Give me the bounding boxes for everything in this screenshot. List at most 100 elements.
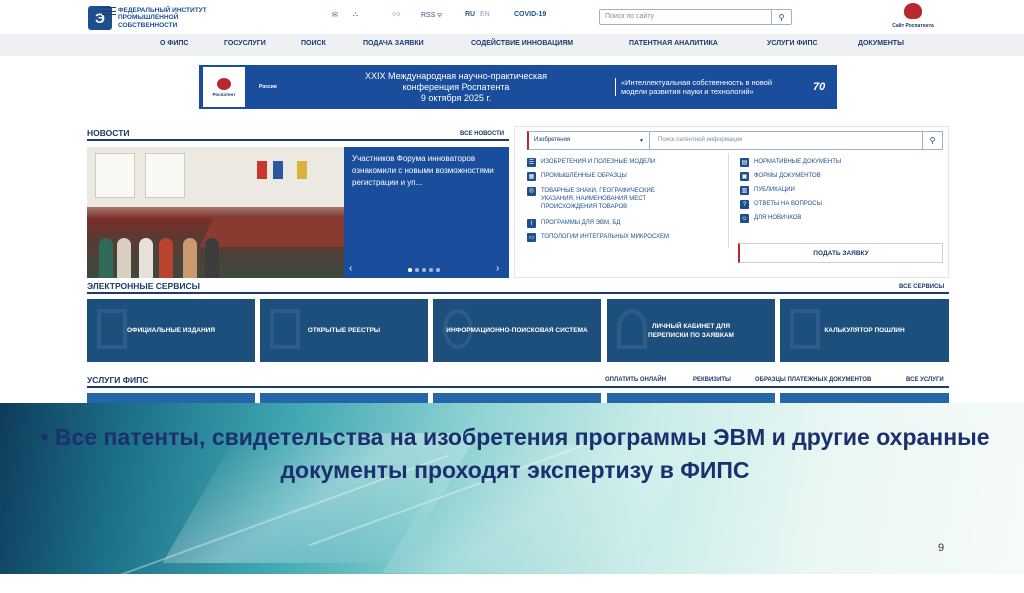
panel-divider [728, 153, 729, 248]
photo-person [117, 238, 131, 278]
tile-open-registers[interactable]: Открытые реестры [260, 299, 428, 362]
site-search-button[interactable]: ⚲ [771, 10, 791, 24]
pay-online-link[interactable]: Оплатить онлайн [605, 377, 666, 383]
publication-icon [97, 309, 127, 349]
sitemap-icon[interactable]: ⛬ [353, 11, 358, 19]
fips-services-heading: Услуги ФИПС [87, 375, 149, 385]
patent-search-button[interactable]: ⚲ [922, 131, 943, 150]
link-inventions[interactable]: ☰ Изобретения и полезные модели [527, 158, 717, 167]
publication-icon: ▥ [740, 186, 749, 195]
question-icon: ? [740, 200, 749, 209]
news-card[interactable]: Участников Форума инноваторов ознакомили… [344, 147, 509, 278]
site-search-input[interactable]: Поиск по сайту ⚲ [599, 9, 792, 25]
photo-flag [273, 161, 283, 179]
tile-search-system[interactable]: Информационно-поисковая система [433, 299, 601, 362]
news-heading: Новости [87, 128, 130, 138]
photo-person [183, 238, 197, 278]
requisites-link[interactable]: Реквизиты [693, 377, 731, 383]
nav-item-gosuslugi[interactable]: Госуслуги [224, 40, 266, 47]
all-services-link[interactable]: Все сервисы [899, 284, 944, 290]
link-label: Нормативные документы [754, 159, 842, 165]
carousel-dot[interactable] [422, 268, 426, 272]
covid-link[interactable]: COVID-19 [514, 11, 546, 18]
photo-person [205, 238, 219, 278]
accessibility-glasses-icon[interactable]: ○○ [392, 11, 400, 18]
link-label: Публикации [754, 187, 795, 193]
link-beginners[interactable]: ☺ Для новичков [740, 214, 940, 223]
calculator-icon [790, 309, 820, 349]
russia-logo-text: Россия [259, 83, 277, 90]
link-faq[interactable]: ? Ответы на вопросы [740, 200, 940, 209]
tile-label: Личный кабинет для переписки по заявкам [648, 322, 734, 339]
link-publications[interactable]: ▥ Публикации [740, 186, 940, 195]
news-photo[interactable] [87, 147, 344, 278]
nav-item-about[interactable]: О ФИПС [160, 40, 188, 47]
tile-label: Официальные издания [126, 327, 215, 334]
link-topologies[interactable]: ▭ Топологии интегральных микросхем [527, 233, 717, 242]
patent-search-placeholder: Поиск патентной информации [658, 137, 743, 143]
link-label: Формы документов [754, 173, 821, 179]
tile-fee-calculator[interactable]: Калькулятор пошлин [780, 299, 949, 362]
tile-personal-account[interactable]: Личный кабинет для переписки по заявкам [607, 299, 775, 362]
eagle-icon [217, 77, 231, 90]
rss-link[interactable]: RSS ᯤ [421, 11, 443, 20]
link-trademarks[interactable]: ® Товарные знаки, географические указания… [527, 187, 687, 211]
nav-item-submit-application[interactable]: Подача заявки [363, 40, 424, 47]
news-card-text: Участников Форума инноваторов ознакомили… [352, 154, 494, 187]
all-fips-services-link[interactable]: Все услуги [906, 377, 944, 383]
news-prev-arrow-icon[interactable]: ‹ [349, 263, 352, 274]
rospatent-link[interactable]: Сайт Роспатента [888, 3, 938, 33]
patent-category-value: Изобретения [534, 137, 571, 143]
fips-services-divider [87, 386, 949, 388]
nav-item-patent-analytics[interactable]: Патентная аналитика [629, 40, 718, 47]
nav-item-search[interactable]: Поиск [301, 40, 326, 47]
rospatent-logo: Роспатент [203, 67, 245, 107]
design-icon: ▦ [527, 172, 536, 181]
link-label: Программы для ЭВМ, БД [541, 220, 621, 226]
all-news-link[interactable]: Все новости [460, 131, 504, 137]
link-regulations[interactable]: ▤ Нормативные документы [740, 158, 940, 167]
patent-search-input[interactable]: Поиск патентной информации [650, 131, 923, 150]
carousel-dot[interactable] [429, 268, 433, 272]
rospatent-label: Сайт Роспатента [892, 23, 934, 29]
tile-label: Калькулятор пошлин [824, 327, 905, 334]
carousel-dot[interactable] [415, 268, 419, 272]
carousel-dot[interactable] [408, 268, 412, 272]
link-label: Ответы на вопросы [754, 201, 822, 207]
patent-category-select[interactable]: Изобретения ▼ [527, 131, 650, 150]
submit-application-button[interactable]: Подать заявку [738, 243, 943, 263]
user-icon: ☺ [740, 214, 749, 223]
conference-line1: XXIX Международная научно-практическая [365, 70, 547, 81]
news-next-arrow-icon[interactable]: › [496, 263, 499, 274]
rss-icon: ᯤ [436, 12, 443, 19]
lang-ru[interactable]: RU [465, 11, 475, 18]
nav-item-fips-services[interactable]: Услуги ФИПС [767, 40, 818, 47]
photo-person [139, 238, 153, 278]
lang-en[interactable]: EN [480, 11, 490, 18]
photo-table [200, 217, 344, 247]
mail-icon[interactable]: ✉ [332, 11, 338, 19]
trademark-icon: ® [527, 187, 536, 196]
news-divider [87, 139, 509, 141]
nav-item-documents[interactable]: Документы [858, 40, 904, 47]
link-software[interactable]: i Программы для ЭВМ, БД [527, 219, 717, 228]
nav-item-innovation[interactable]: Содействие инновациям [471, 40, 573, 47]
link-label: Топологии интегральных микросхем [541, 234, 669, 240]
menu-hamburger-icon[interactable] [102, 7, 116, 15]
conference-banner[interactable]: Роспатент Россия XXIX Международная науч… [199, 65, 837, 109]
conference-date: 9 октября 2025 г. [420, 92, 492, 103]
link-industrial-designs[interactable]: ▦ Промышленные образцы [527, 172, 717, 181]
carousel-dot[interactable] [436, 268, 440, 272]
chevron-down-icon: ▼ [639, 138, 644, 144]
conference-line2: конференция Роспатента [402, 81, 510, 92]
tile-official-publications[interactable]: Официальные издания [87, 299, 255, 362]
photo-person [159, 238, 173, 278]
link-label: Изобретения и полезные модели [541, 159, 656, 165]
book-icon: ▤ [740, 158, 749, 167]
search-icon: ⚲ [778, 12, 785, 22]
conference-title: XXIX Международная научно-практическая к… [311, 71, 601, 104]
payment-samples-link[interactable]: Образцы платежных документов [755, 377, 871, 383]
conference-quote: «Интеллектуальная собственность в новой … [615, 78, 795, 96]
invention-icon: ☰ [527, 158, 536, 167]
link-forms[interactable]: ▣ Формы документов [740, 172, 940, 181]
